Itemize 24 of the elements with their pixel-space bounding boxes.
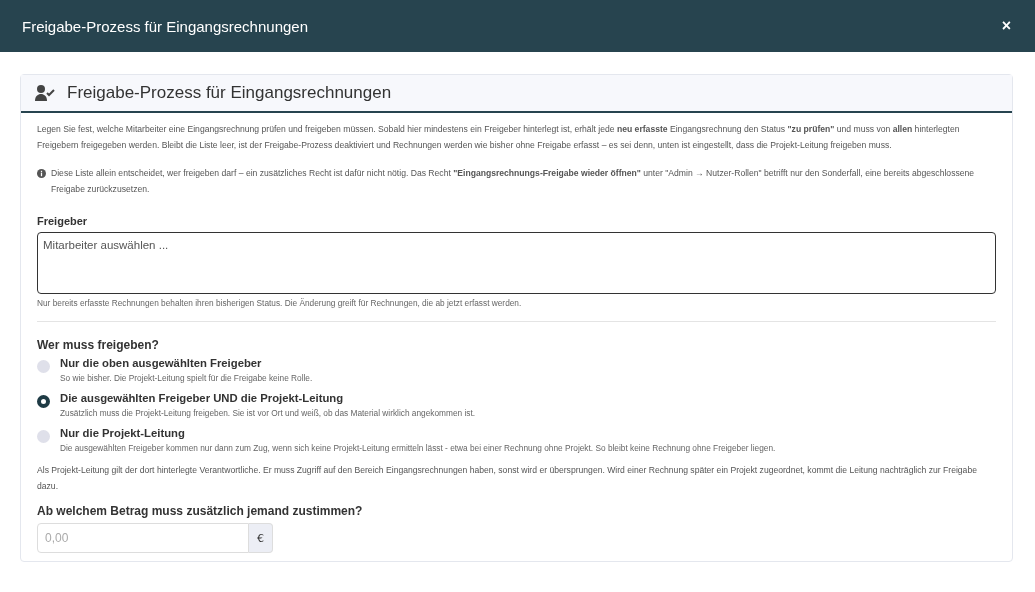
option-label: Die ausgewählten Freigeber UND die Projekt-Leitung	[60, 392, 345, 404]
close-button[interactable]: ×	[997, 17, 1015, 35]
amount-field[interactable]: 0,00	[37, 523, 249, 553]
note-text: Als Projekt-Leitung gilt der dort hinterlegte Verantwortliche. Er muss Zugriff auf den Bereich Eingangsrechnungen haben, sonst wird er übersprungen. Wird einer Rechnung später ein Projekt zugeordnet, kommt die Leitung nachträglich zur Freigabe dazu.	[37, 464, 978, 493]
field-label: Freigeber	[37, 215, 89, 227]
help-text: Nur bereits erfasste Rechnungen behalten ihren bisherigen Status. Die Änderung greift für Rechnungen, die ab jetzt erfasst werden.	[37, 298, 523, 308]
card-title: Freigabe-Prozess für Eingangsrechnungen	[67, 83, 392, 103]
info-text: Diese Liste allein entscheidet, wer freigeben darf – ein zusätzliches Recht ist dafür nicht nötig. Das Recht "Eingangsrechnungs-Freigabe wieder öffnen" unter "Admin → Nutzer-Rollen" betrifft nur den Sonderfall, eine bereits abgeschlossene Freigabe zurückzusetzen.	[51, 167, 976, 196]
modal-title: Freigabe-Prozess für Eingangsrechnungen	[22, 17, 308, 35]
option-label: Nur die oben ausgewählten Freigeber	[60, 357, 263, 369]
user-check-icon	[35, 85, 55, 101]
intro-text: Legen Sie fest, welche Mitarbeiter eine Eingangsrechnung prüfen und freigeben müssen. Sobald hier mindestens ein Freigeber hinterlegt ist, erhält jede neu erfasste Eingangsrechnung den Status "zu prüfen" und muss von allen hinterlegten Freigebern freigegeben werden. Bleibt die Liste leer, ist der Freigabe-Prozess deaktiviert und Rechnungen werden wie bisher ohne Freigabe erfasst – es sei denn, unten ist eingestellt, dass die Projekt-Leitung freigeben muss.	[37, 123, 961, 152]
currency-addon: €	[249, 523, 273, 553]
field-label: Wer muss freigeben?	[37, 338, 160, 352]
field-label: Ab welchem Betrag muss zusätzlich jemand zustimmen?	[37, 504, 364, 518]
option-help: Zusätzlich muss die Projekt-Leitung freigeben. Sie ist vor Ort und weiß, ob das Material wirklich angekommen ist.	[60, 408, 476, 418]
radio-button[interactable]	[37, 395, 50, 408]
option-help: Die ausgewählten Freigeber kommen nur dann zum Zug, wenn sich keine Projekt-Leitung ermitteln lässt - etwa bei einer Rechnung ohne Projekt. So bleibt keine Rechnung ohne Freigeber liegen.	[60, 443, 776, 453]
radio-button[interactable]	[37, 360, 50, 373]
option-label: Nur die Projekt-Leitung	[60, 427, 186, 439]
option-help: So wie bisher. Die Projekt-Leitung spielt für die Freigabe keine Rolle.	[60, 373, 313, 383]
info-icon	[37, 169, 46, 178]
radio-button[interactable]	[37, 430, 50, 443]
approver-select[interactable]: Mitarbeiter auswählen ...	[37, 232, 996, 294]
